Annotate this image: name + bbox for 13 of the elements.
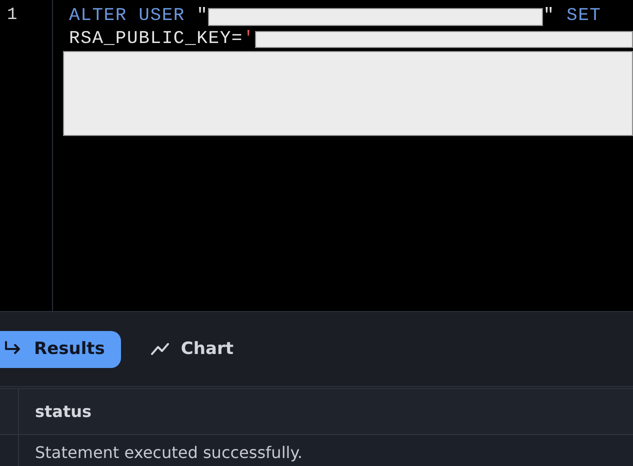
sql-keyword: SET [566,5,602,28]
code-text: " [543,5,556,28]
column-header: status [34,401,93,423]
code-text: " [196,5,208,28]
return-arrow-icon [4,341,22,357]
tab[interactable]: Chart [134,330,250,368]
code-text: RSA_PUBLIC_KEY= [69,28,244,51]
tab[interactable]: Results [0,330,121,368]
string-quote: ' [243,28,255,51]
sql-keyword: ALTER USER [69,5,186,28]
table-cell-text: Statement executed successfully. [34,442,304,464]
line-chart-icon [150,342,169,356]
line-number: 1 [6,5,18,27]
